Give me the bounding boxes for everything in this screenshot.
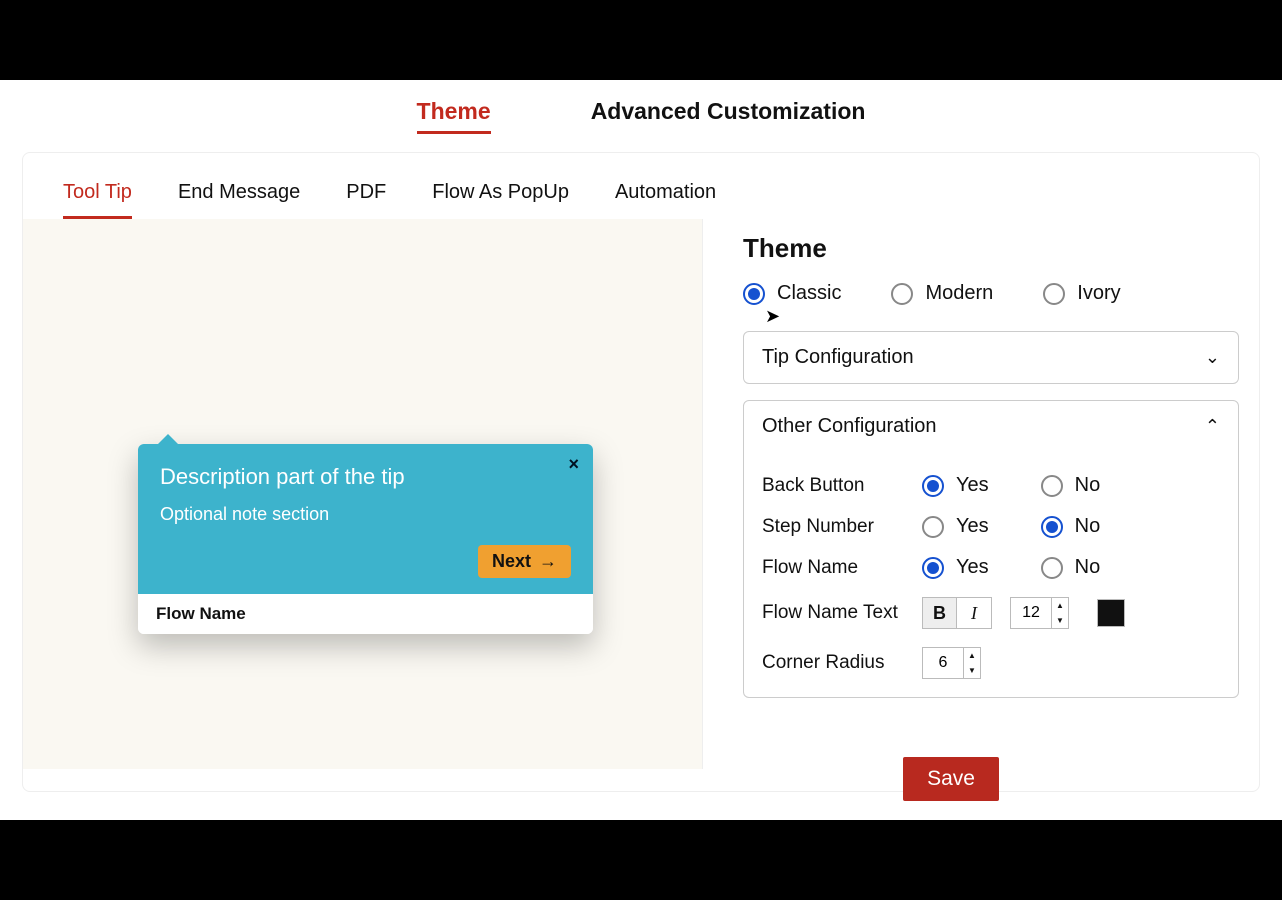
flow-name-yes[interactable]: Yes: [922, 556, 989, 579]
tooltip-description: Description part of the tip: [160, 464, 571, 490]
next-button-label: Next: [492, 551, 531, 572]
theme-section-title: Theme: [743, 233, 1239, 264]
tooltip-flow-name: Flow Name: [138, 594, 593, 634]
bold-button[interactable]: B: [923, 598, 957, 628]
yes-label: Yes: [956, 474, 989, 497]
accordion-other-configuration: Other Configuration ⌃ Back Button Yes: [743, 400, 1239, 698]
back-button-yes[interactable]: Yes: [922, 474, 989, 497]
corner-radius-label: Corner Radius: [762, 652, 922, 674]
radio-icon: [922, 516, 944, 538]
close-icon[interactable]: ×: [568, 454, 579, 475]
main-panel: Tool Tip End Message PDF Flow As PopUp A…: [22, 152, 1260, 792]
no-label: No: [1075, 474, 1101, 497]
radio-icon: [1041, 475, 1063, 497]
top-tabs: Theme Advanced Customization: [0, 80, 1282, 144]
radio-icon: [1043, 283, 1065, 305]
step-number-label: Step Number: [762, 516, 922, 538]
tab-advanced-customization[interactable]: Advanced Customization: [591, 98, 866, 134]
format-group: B I: [922, 597, 992, 629]
stepper-up-icon[interactable]: ▲: [964, 648, 980, 663]
stepper-down-icon[interactable]: ▼: [964, 663, 980, 678]
config-area: Theme Classic ➤ Modern Ivory Ti: [703, 219, 1259, 769]
font-size-stepper[interactable]: ▲ ▼: [1010, 597, 1069, 629]
save-button[interactable]: Save: [903, 757, 999, 801]
radio-icon: [922, 557, 944, 579]
accordion-header-tip-configuration[interactable]: Tip Configuration ⌄: [744, 332, 1238, 383]
preview-area: × Description part of the tip Optional n…: [23, 219, 703, 769]
flow-name-text-label: Flow Name Text: [762, 602, 922, 624]
theme-option-label: Modern: [925, 282, 993, 305]
tooltip-note: Optional note section: [160, 504, 571, 525]
yes-label: Yes: [956, 556, 989, 579]
sub-tab-tool-tip[interactable]: Tool Tip: [63, 181, 132, 219]
sub-tab-automation[interactable]: Automation: [615, 181, 716, 219]
tooltip-arrow-icon: [158, 434, 178, 444]
bottom-black-bar: [0, 820, 1282, 900]
back-button-no[interactable]: No: [1041, 474, 1101, 497]
step-number-no[interactable]: No: [1041, 515, 1101, 538]
sub-tab-pdf[interactable]: PDF: [346, 181, 386, 219]
chevron-down-icon: ⌄: [1205, 347, 1220, 368]
radio-icon: [743, 283, 765, 305]
theme-option-classic[interactable]: Classic ➤: [743, 282, 841, 305]
radio-icon: [1041, 516, 1063, 538]
yes-label: Yes: [956, 515, 989, 538]
flow-name-label: Flow Name: [762, 557, 922, 579]
italic-button[interactable]: I: [957, 598, 991, 628]
corner-radius-input[interactable]: [923, 648, 963, 678]
sub-tab-flow-as-popup[interactable]: Flow As PopUp: [432, 181, 569, 219]
next-button[interactable]: Next →: [478, 545, 571, 578]
tab-theme[interactable]: Theme: [417, 98, 491, 134]
no-label: No: [1075, 556, 1101, 579]
theme-option-label: Classic: [777, 282, 841, 305]
arrow-right-icon: →: [539, 551, 557, 572]
tooltip-preview: × Description part of the tip Optional n…: [138, 444, 593, 634]
cursor-icon: ➤: [765, 306, 780, 327]
accordion-title: Tip Configuration: [762, 346, 914, 369]
font-size-input[interactable]: [1011, 598, 1051, 628]
radio-icon: [891, 283, 913, 305]
accordion-title: Other Configuration: [762, 415, 937, 438]
back-button-label: Back Button: [762, 475, 922, 497]
sub-tab-end-message[interactable]: End Message: [178, 181, 300, 219]
accordion-tip-configuration: Tip Configuration ⌄: [743, 331, 1239, 384]
sub-tabs: Tool Tip End Message PDF Flow As PopUp A…: [23, 153, 1259, 219]
step-number-yes[interactable]: Yes: [922, 515, 989, 538]
theme-option-modern[interactable]: Modern: [891, 282, 993, 305]
color-picker[interactable]: [1097, 599, 1125, 627]
theme-radio-group: Classic ➤ Modern Ivory: [743, 282, 1239, 305]
stepper-up-icon[interactable]: ▲: [1052, 598, 1068, 613]
top-black-bar: [0, 0, 1282, 80]
accordion-header-other-configuration[interactable]: Other Configuration ⌃: [744, 401, 1238, 452]
radio-icon: [1041, 557, 1063, 579]
theme-option-label: Ivory: [1077, 282, 1120, 305]
theme-option-ivory[interactable]: Ivory: [1043, 282, 1120, 305]
flow-name-no[interactable]: No: [1041, 556, 1101, 579]
no-label: No: [1075, 515, 1101, 538]
stepper-down-icon[interactable]: ▼: [1052, 613, 1068, 628]
corner-radius-stepper[interactable]: ▲ ▼: [922, 647, 981, 679]
radio-icon: [922, 475, 944, 497]
chevron-up-icon: ⌃: [1205, 416, 1220, 437]
